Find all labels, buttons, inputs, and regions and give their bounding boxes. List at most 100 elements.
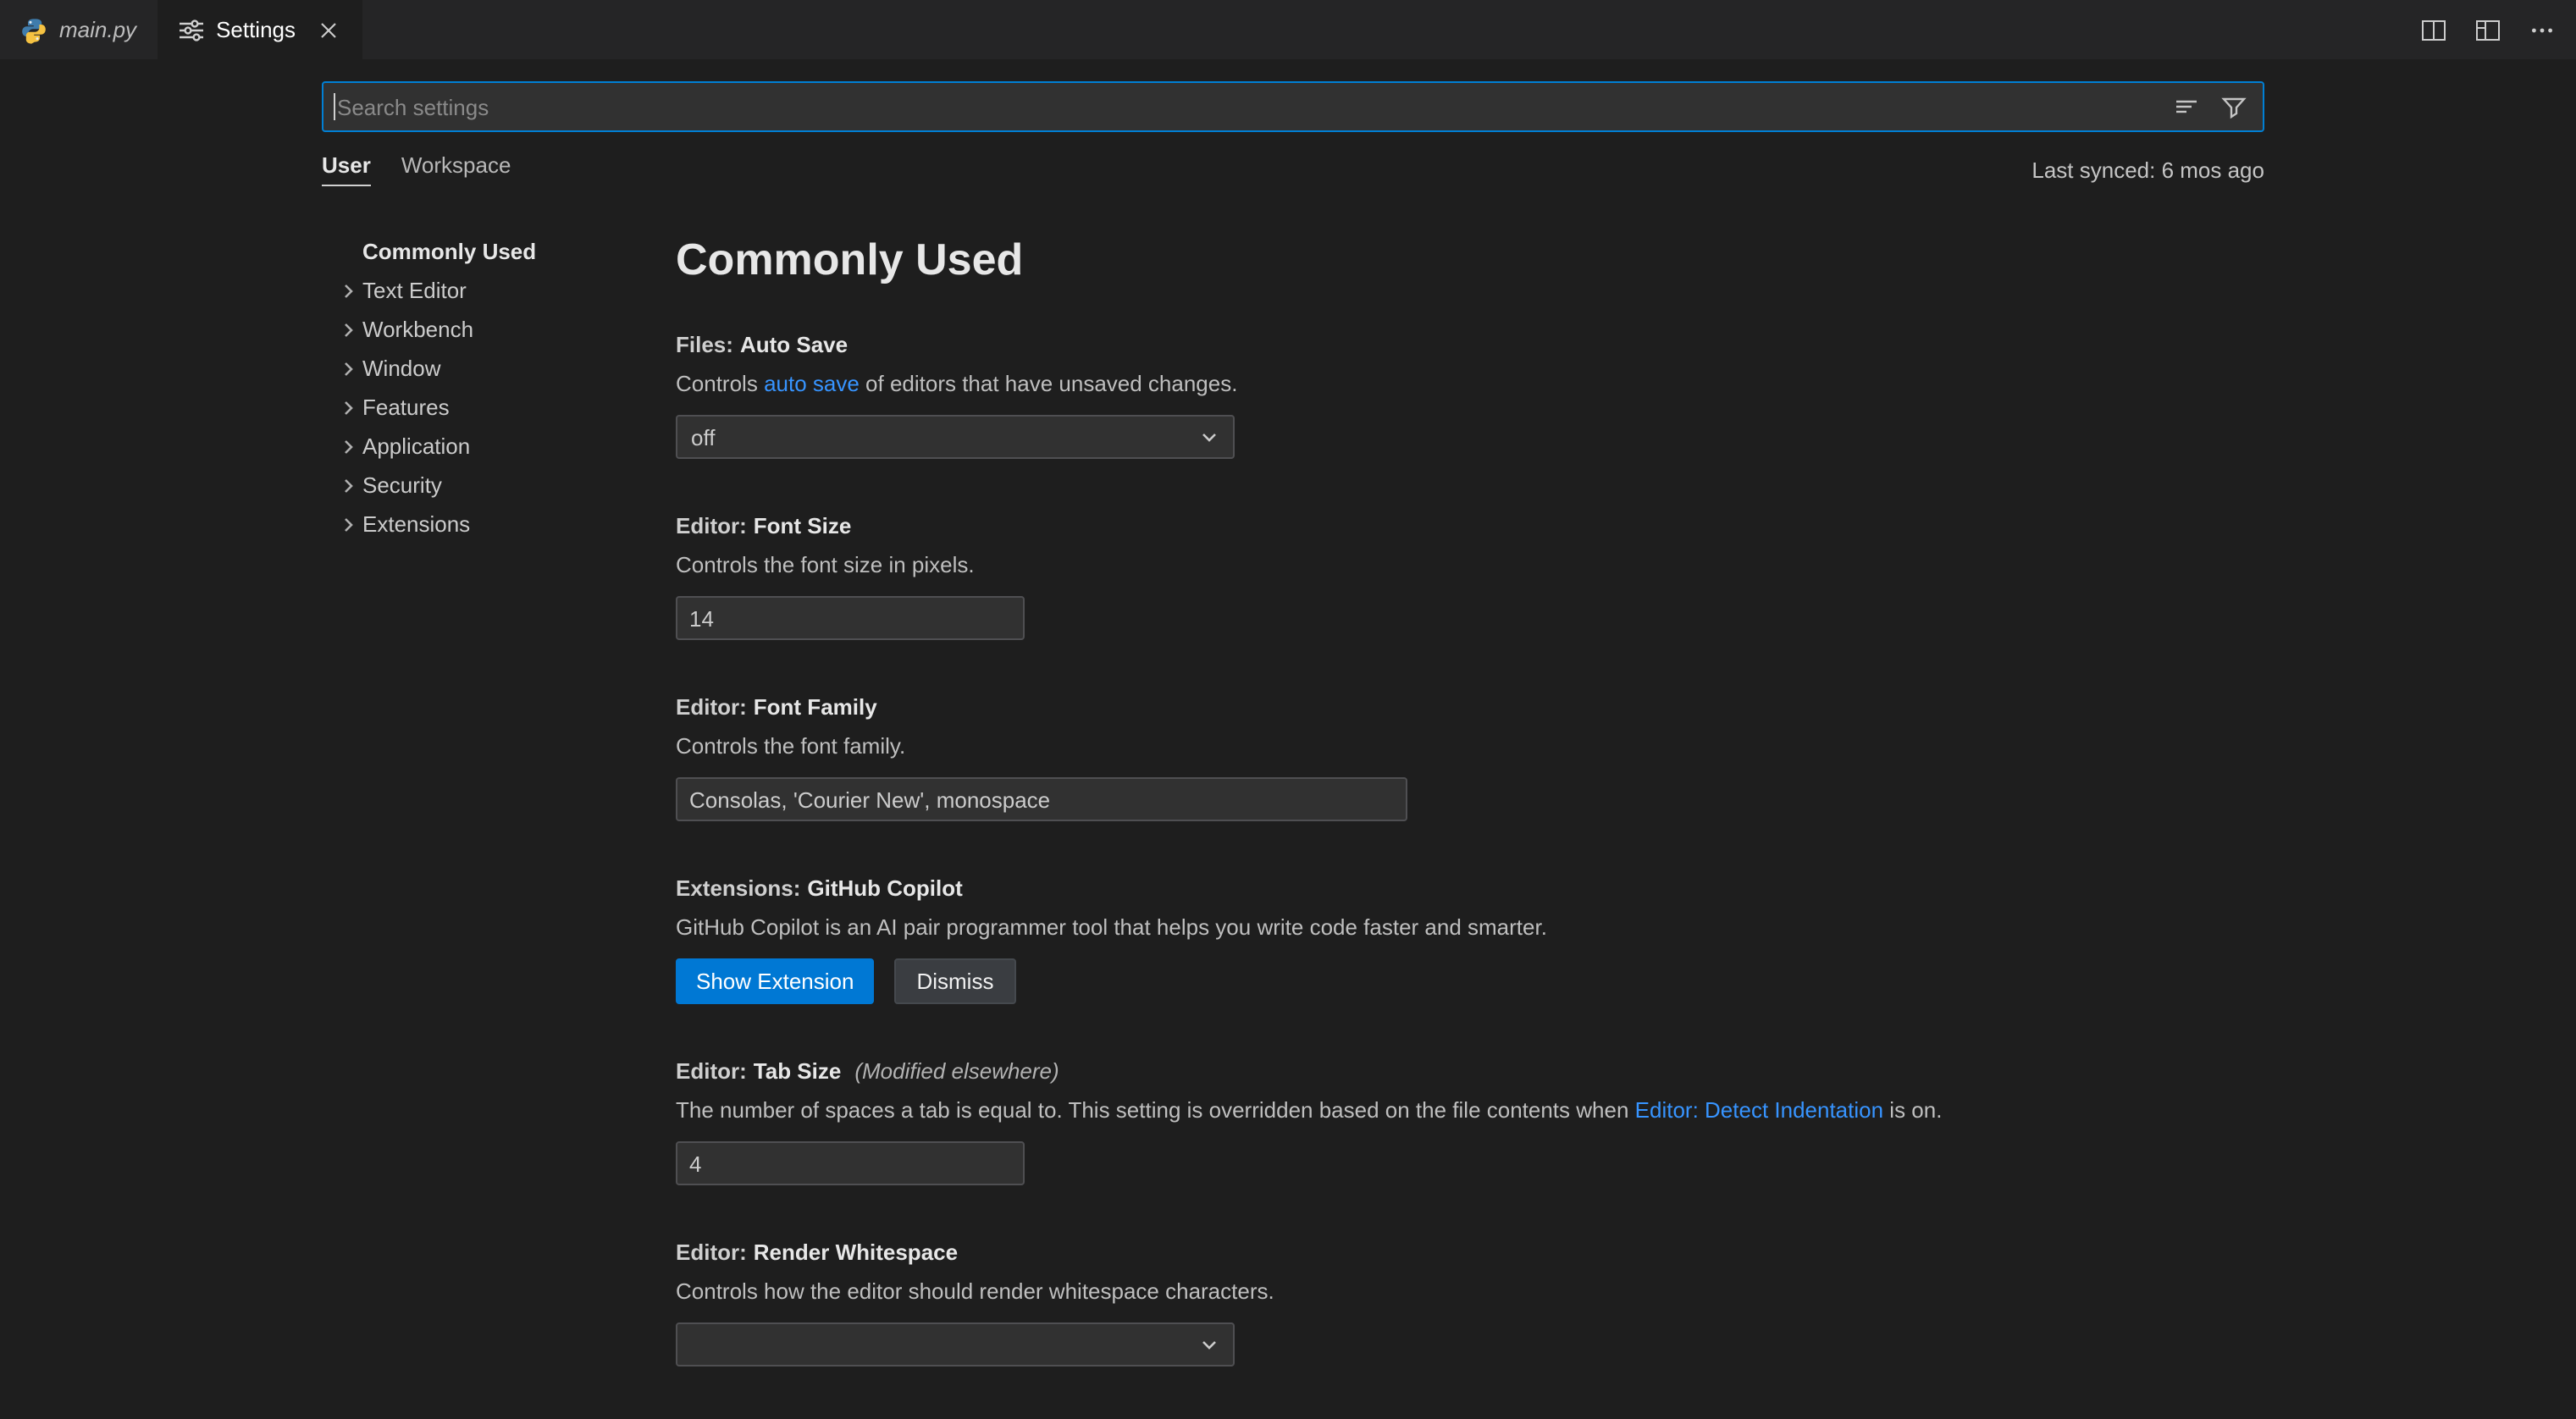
toc-item-features[interactable]: Features xyxy=(322,388,676,427)
chevron-right-icon xyxy=(335,355,362,382)
select-value: off xyxy=(691,424,715,450)
split-editor-icon[interactable] xyxy=(2417,13,2451,47)
setting-description: Controls how the editor should render wh… xyxy=(676,1277,2254,1307)
toc-item-text-editor[interactable]: Text Editor xyxy=(322,271,676,310)
setting-name: Font Family xyxy=(754,694,877,720)
setting-name: Auto Save xyxy=(740,332,848,357)
setting-name: Tab Size xyxy=(754,1058,842,1084)
show-extension-button[interactable]: Show Extension xyxy=(676,958,874,1004)
auto-save-link[interactable]: auto save xyxy=(764,371,860,396)
clear-search-icon[interactable] xyxy=(2170,90,2203,124)
detect-indentation-link[interactable]: Editor: Detect Indentation xyxy=(1635,1097,1883,1123)
setting-editor-font-size: Editor: Font Size Controls the font size … xyxy=(676,511,2254,640)
search-actions xyxy=(2170,81,2251,132)
render-whitespace-select[interactable] xyxy=(676,1322,1235,1367)
toc-item-window[interactable]: Window xyxy=(322,349,676,388)
chevron-right-icon xyxy=(335,277,362,304)
tab-main-py[interactable]: main.py xyxy=(0,0,157,59)
setting-editor-font-family: Editor: Font Family Controls the font fam… xyxy=(676,693,2254,821)
page-title: Commonly Used xyxy=(676,232,2254,286)
setting-files-auto-save: Files: Auto Save Controls auto save of ed… xyxy=(676,330,2254,459)
tab-label: Settings xyxy=(216,17,296,42)
setting-name: Font Size xyxy=(754,513,852,538)
setting-category: Editor: xyxy=(676,694,747,720)
setting-editor-render-whitespace: Editor: Render Whitespace Controls how th… xyxy=(676,1238,2254,1367)
toc-label: Features xyxy=(362,395,450,420)
copilot-actions: Show Extension Dismiss xyxy=(676,958,2254,1004)
chevron-down-icon xyxy=(1196,423,1223,450)
search-row xyxy=(322,81,2264,132)
settings-body: Commonly Used Text Editor Workbench Wind… xyxy=(0,190,2576,1419)
editor-actions xyxy=(2417,0,2576,59)
settings-content: Commonly Used Files: Auto Save Controls a… xyxy=(676,232,2576,1419)
setting-category: Files: xyxy=(676,332,733,357)
toc-label: Text Editor xyxy=(362,278,467,303)
setting-title: Editor:Tab Size(Modified elsewhere) xyxy=(676,1057,2254,1087)
setting-category: Editor: xyxy=(676,1058,747,1084)
chevron-right-icon xyxy=(335,316,362,343)
scope-tab-workspace[interactable]: Workspace xyxy=(401,152,511,185)
setting-title: Editor: Font Size xyxy=(676,511,2254,542)
setting-description: GitHub Copilot is an AI pair programmer … xyxy=(676,913,2254,943)
toc-item-security[interactable]: Security xyxy=(322,466,676,505)
setting-title: Editor: Font Family xyxy=(676,693,2254,723)
font-family-input[interactable] xyxy=(676,777,1407,821)
settings-editor: User Workspace Last synced: 6 mos ago Co… xyxy=(0,81,2576,1419)
toc-item-commonly-used[interactable]: Commonly Used xyxy=(322,232,676,271)
toc-label: Application xyxy=(362,433,470,459)
scope-tabs: User Workspace xyxy=(322,152,511,186)
setting-category: Editor: xyxy=(676,1240,747,1265)
tab-bar: main.py Settings xyxy=(0,0,2576,59)
toc-item-application[interactable]: Application xyxy=(322,427,676,466)
tab-settings[interactable]: Settings xyxy=(157,0,362,59)
toc-label: Extensions xyxy=(362,511,470,537)
more-actions-icon[interactable] xyxy=(2525,13,2559,47)
chevron-right-icon xyxy=(335,472,362,499)
font-size-input[interactable] xyxy=(676,596,1025,640)
setting-title: Files: Auto Save xyxy=(676,330,2254,361)
setting-title: Extensions: GitHub Copilot xyxy=(676,874,2254,904)
settings-toc: Commonly Used Text Editor Workbench Wind… xyxy=(322,232,676,544)
tab-label: main.py xyxy=(59,17,136,42)
filter-icon[interactable] xyxy=(2217,90,2251,124)
text-caret xyxy=(334,93,335,120)
setting-name: Render Whitespace xyxy=(754,1240,958,1265)
setting-title: Editor: Render Whitespace xyxy=(676,1238,2254,1268)
scope-row: User Workspace Last synced: 6 mos ago xyxy=(322,149,2264,190)
toc-item-extensions[interactable]: Extensions xyxy=(322,505,676,544)
last-synced-label: Last synced: 6 mos ago xyxy=(2032,157,2264,182)
toc-label: Window xyxy=(362,356,441,381)
setting-category: Editor: xyxy=(676,513,747,538)
toc-label: Security xyxy=(362,472,442,498)
scope-tab-user[interactable]: User xyxy=(322,152,371,186)
setting-description: Controls the font family. xyxy=(676,732,2254,762)
setting-editor-tab-size: Editor:Tab Size(Modified elsewhere) The … xyxy=(676,1057,2254,1185)
editor-layout-icon[interactable] xyxy=(2471,13,2505,47)
setting-name: GitHub Copilot xyxy=(807,875,962,901)
settings-sliders-icon xyxy=(177,16,204,43)
setting-extensions-github-copilot: Extensions: GitHub Copilot GitHub Copilot… xyxy=(676,874,2254,1004)
tab-size-input[interactable] xyxy=(676,1141,1025,1185)
desc-text: of editors that have unsaved changes. xyxy=(860,371,1238,396)
setting-description: Controls the font size in pixels. xyxy=(676,550,2254,581)
chevron-right-icon xyxy=(335,394,362,421)
chevron-down-icon xyxy=(1196,1331,1223,1358)
desc-text: The number of spaces a tab is equal to. … xyxy=(676,1097,1635,1123)
desc-text: Controls xyxy=(676,371,764,396)
setting-category: Extensions: xyxy=(676,875,800,901)
dismiss-button[interactable]: Dismiss xyxy=(894,958,1015,1004)
toc-label: Commonly Used xyxy=(362,239,536,264)
desc-text: is on. xyxy=(1883,1097,1942,1123)
python-icon xyxy=(20,16,47,43)
setting-description: Controls auto save of editors that have … xyxy=(676,369,2254,400)
search-input[interactable] xyxy=(322,81,2264,132)
auto-save-select[interactable]: off xyxy=(676,415,1235,459)
setting-description: The number of spaces a tab is equal to. … xyxy=(676,1096,2254,1126)
chevron-right-icon xyxy=(335,433,362,460)
toc-label: Workbench xyxy=(362,317,473,342)
vscode-window: main.py Settings xyxy=(0,0,2576,1330)
close-icon[interactable] xyxy=(314,16,341,43)
chevron-spacer xyxy=(335,238,362,265)
chevron-right-icon xyxy=(335,511,362,538)
toc-item-workbench[interactable]: Workbench xyxy=(322,310,676,349)
